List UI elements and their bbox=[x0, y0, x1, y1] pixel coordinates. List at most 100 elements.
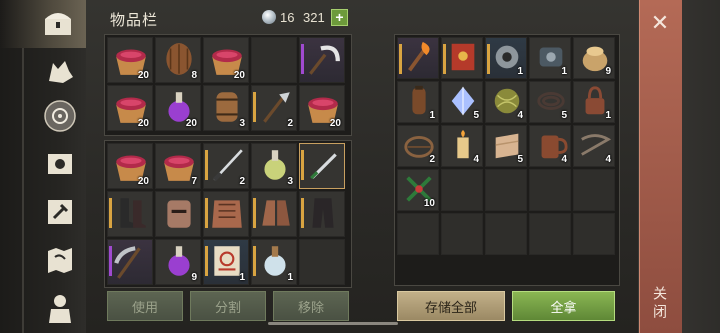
item-count: 1 bbox=[239, 272, 245, 283]
item-count: 8 bbox=[191, 70, 197, 81]
item-slot-purple-potion[interactable]: 9 bbox=[155, 239, 201, 285]
close-icon[interactable]: ✕ bbox=[647, 10, 673, 36]
item-count: 20 bbox=[233, 70, 245, 81]
map-icon bbox=[48, 248, 72, 273]
item-slot-crystal[interactable]: 5 bbox=[441, 81, 483, 123]
item-slot-scythe[interactable] bbox=[107, 239, 153, 285]
item-count: 20 bbox=[137, 176, 149, 187]
empty-slot[interactable] bbox=[485, 213, 527, 255]
empty-slot[interactable] bbox=[441, 213, 483, 255]
empty-slot[interactable] bbox=[529, 213, 571, 255]
item-count: 1 bbox=[429, 110, 435, 121]
item-slot-bear-trap[interactable]: 2 bbox=[397, 125, 439, 167]
item-slot-chain[interactable]: 4 bbox=[573, 125, 615, 167]
tab-sun[interactable] bbox=[40, 144, 80, 184]
tab-character[interactable] bbox=[40, 288, 80, 328]
use-button[interactable]: 使用 bbox=[107, 291, 183, 321]
item-count: 2 bbox=[287, 118, 293, 129]
item-slot-recipe-scroll[interactable]: 1 bbox=[203, 239, 249, 285]
tab-rail bbox=[22, 48, 24, 333]
empty-slot[interactable] bbox=[485, 169, 527, 211]
empty-slot[interactable] bbox=[251, 37, 297, 83]
item-count: 1 bbox=[517, 66, 523, 77]
item-slot-short-sword[interactable] bbox=[299, 143, 345, 189]
page-title: 物品栏 bbox=[110, 12, 159, 29]
tab-crafting[interactable] bbox=[40, 192, 80, 232]
item-slot-candle[interactable]: 4 bbox=[441, 125, 483, 167]
item-slot-green-potion[interactable]: 3 bbox=[251, 143, 297, 189]
item-count: 3 bbox=[239, 118, 245, 129]
close-label[interactable]: 关闭 bbox=[650, 286, 670, 322]
inventory-grid-bottom: 20 7 2 3 9 1 1 bbox=[107, 143, 345, 285]
item-count: 4 bbox=[517, 110, 523, 121]
helmet-icon bbox=[167, 200, 191, 228]
empty-slot[interactable] bbox=[573, 169, 615, 211]
item-slot-pants[interactable] bbox=[299, 191, 345, 237]
item-slot-red-book[interactable] bbox=[441, 37, 483, 79]
item-slot-rope[interactable]: 5 bbox=[529, 81, 571, 123]
item-slot-sickle[interactable] bbox=[299, 37, 345, 83]
item-count: 1 bbox=[287, 272, 293, 283]
chest-armor-icon bbox=[212, 200, 242, 228]
item-count: 5 bbox=[473, 110, 479, 121]
scrollbar[interactable] bbox=[268, 322, 398, 325]
character-icon bbox=[49, 295, 71, 323]
remove-button[interactable]: 移除 bbox=[273, 291, 349, 321]
split-button[interactable]: 分割 bbox=[190, 291, 266, 321]
close-button[interactable] bbox=[639, 0, 682, 333]
item-slot-torch[interactable] bbox=[397, 37, 439, 79]
empty-slot[interactable] bbox=[441, 169, 483, 211]
item-slot-barrel[interactable]: 8 bbox=[155, 37, 201, 83]
boots-icon bbox=[120, 198, 146, 228]
item-slot-mug[interactable]: 4 bbox=[529, 125, 571, 167]
item-slot-bowl-berries[interactable]: 20 bbox=[299, 85, 345, 131]
item-slot-grain-sack[interactable]: 9 bbox=[573, 37, 615, 79]
item-count: 4 bbox=[473, 154, 479, 165]
item-count: 4 bbox=[605, 154, 611, 165]
item-slot-leather-flask[interactable]: 1 bbox=[397, 81, 439, 123]
item-slot-boots[interactable] bbox=[107, 191, 153, 237]
item-slot-white-potion[interactable]: 1 bbox=[251, 239, 297, 285]
item-slot-bowl-berries[interactable]: 20 bbox=[107, 143, 153, 189]
add-capacity-button[interactable]: + bbox=[331, 9, 348, 26]
item-slot-bowl-berries[interactable]: 20 bbox=[107, 85, 153, 131]
item-slot-bowl-berries[interactable]: 20 bbox=[203, 37, 249, 83]
item-count: 4 bbox=[561, 154, 567, 165]
empty-slot[interactable] bbox=[299, 239, 345, 285]
short-sword-icon bbox=[310, 153, 337, 180]
item-slot-yarn-ball[interactable]: 4 bbox=[485, 81, 527, 123]
tab-settlement[interactable] bbox=[40, 96, 80, 136]
store-all-button[interactable]: 存储全部 bbox=[397, 291, 505, 321]
tab-inventory[interactable] bbox=[0, 0, 86, 48]
item-count: 10 bbox=[423, 198, 435, 209]
item-count: 2 bbox=[429, 154, 435, 165]
item-slot-bowl-berries[interactable]: 7 bbox=[155, 143, 201, 189]
empty-slot[interactable] bbox=[573, 213, 615, 255]
tab-bar bbox=[0, 0, 86, 333]
storage-grid: 1 1 9 1 5 4 5 1 2 4 5 4 4 10 bbox=[397, 37, 615, 255]
empty-slot[interactable] bbox=[529, 169, 571, 211]
tab-map[interactable] bbox=[40, 240, 80, 280]
capacity-count: 321 bbox=[303, 10, 325, 25]
item-slot-bowl-berries[interactable]: 20 bbox=[107, 37, 153, 83]
item-slot-padlock[interactable]: 1 bbox=[573, 81, 615, 123]
take-all-button[interactable]: 全拿 bbox=[512, 291, 615, 321]
inventory-grid-top: 20 8 20 20 20 3 2 20 bbox=[107, 37, 345, 131]
item-count: 5 bbox=[517, 154, 523, 165]
item-count: 20 bbox=[329, 118, 341, 129]
empty-slot[interactable] bbox=[397, 213, 439, 255]
item-count: 7 bbox=[191, 176, 197, 187]
item-slot-katana[interactable]: 2 bbox=[203, 143, 249, 189]
item-slot-purple-potion[interactable]: 20 bbox=[155, 85, 201, 131]
item-slot-wooden-barrel[interactable]: 3 bbox=[203, 85, 249, 131]
item-slot-cloth[interactable]: 5 bbox=[485, 125, 527, 167]
item-slot-halberd[interactable]: 2 bbox=[251, 85, 297, 131]
item-slot-pipe-fitting[interactable]: 1 bbox=[485, 37, 527, 79]
item-slot-chest-armor[interactable] bbox=[203, 191, 249, 237]
item-slot-herb-bundle[interactable]: 10 bbox=[397, 169, 439, 211]
tab-wolf[interactable] bbox=[40, 52, 80, 92]
item-slot-gloves[interactable] bbox=[251, 191, 297, 237]
scythe-icon bbox=[114, 246, 141, 279]
item-slot-engine-part[interactable]: 1 bbox=[529, 37, 571, 79]
item-slot-helmet[interactable] bbox=[155, 191, 201, 237]
